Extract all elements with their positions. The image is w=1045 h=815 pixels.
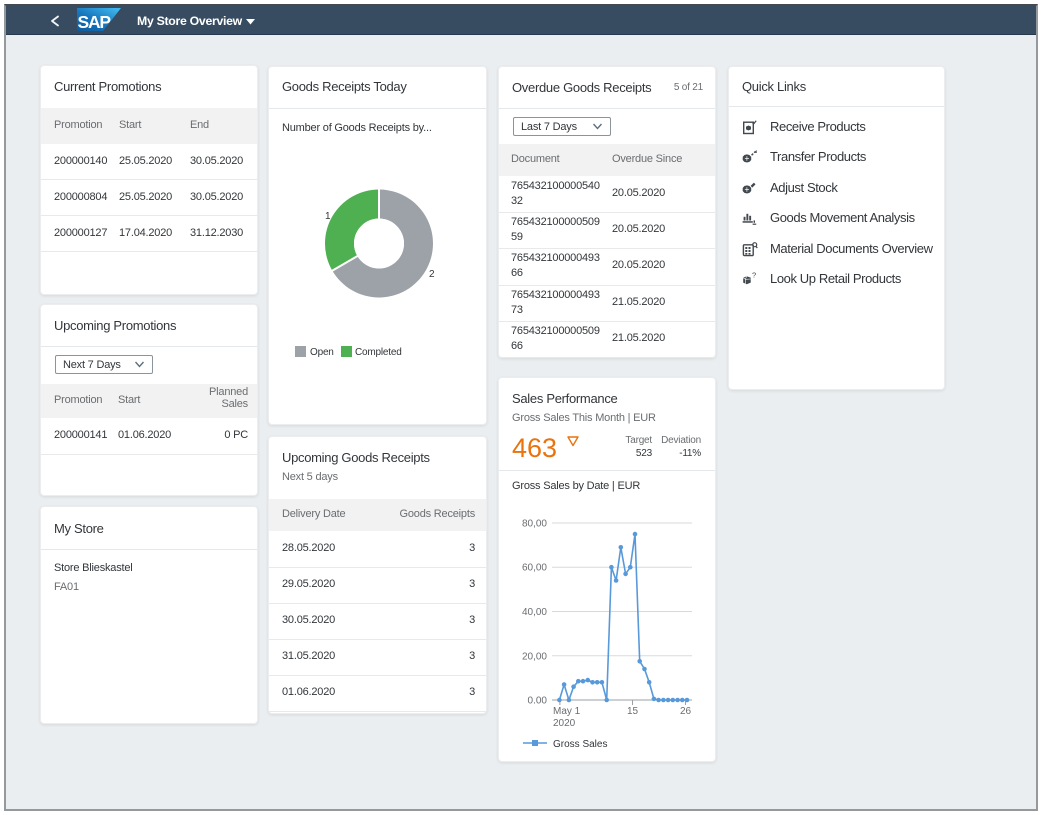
svg-text:?: ? xyxy=(752,272,756,280)
svg-text:60,00: 60,00 xyxy=(522,563,547,574)
svg-text:0.00: 0.00 xyxy=(528,696,548,707)
svg-text:1: 1 xyxy=(325,211,331,222)
svg-text:80,00: 80,00 xyxy=(522,519,547,530)
svg-text:20,00: 20,00 xyxy=(522,651,547,662)
svg-text:May 1: May 1 xyxy=(553,706,581,717)
svg-text:2: 2 xyxy=(429,269,435,280)
svg-text:2020: 2020 xyxy=(553,718,576,729)
svg-text:26: 26 xyxy=(680,706,692,717)
svg-text:SAP: SAP xyxy=(78,12,112,31)
svg-text:40,00: 40,00 xyxy=(522,607,547,618)
svg-text:Gross Sales: Gross Sales xyxy=(553,739,607,750)
svg-text:15: 15 xyxy=(627,706,639,717)
